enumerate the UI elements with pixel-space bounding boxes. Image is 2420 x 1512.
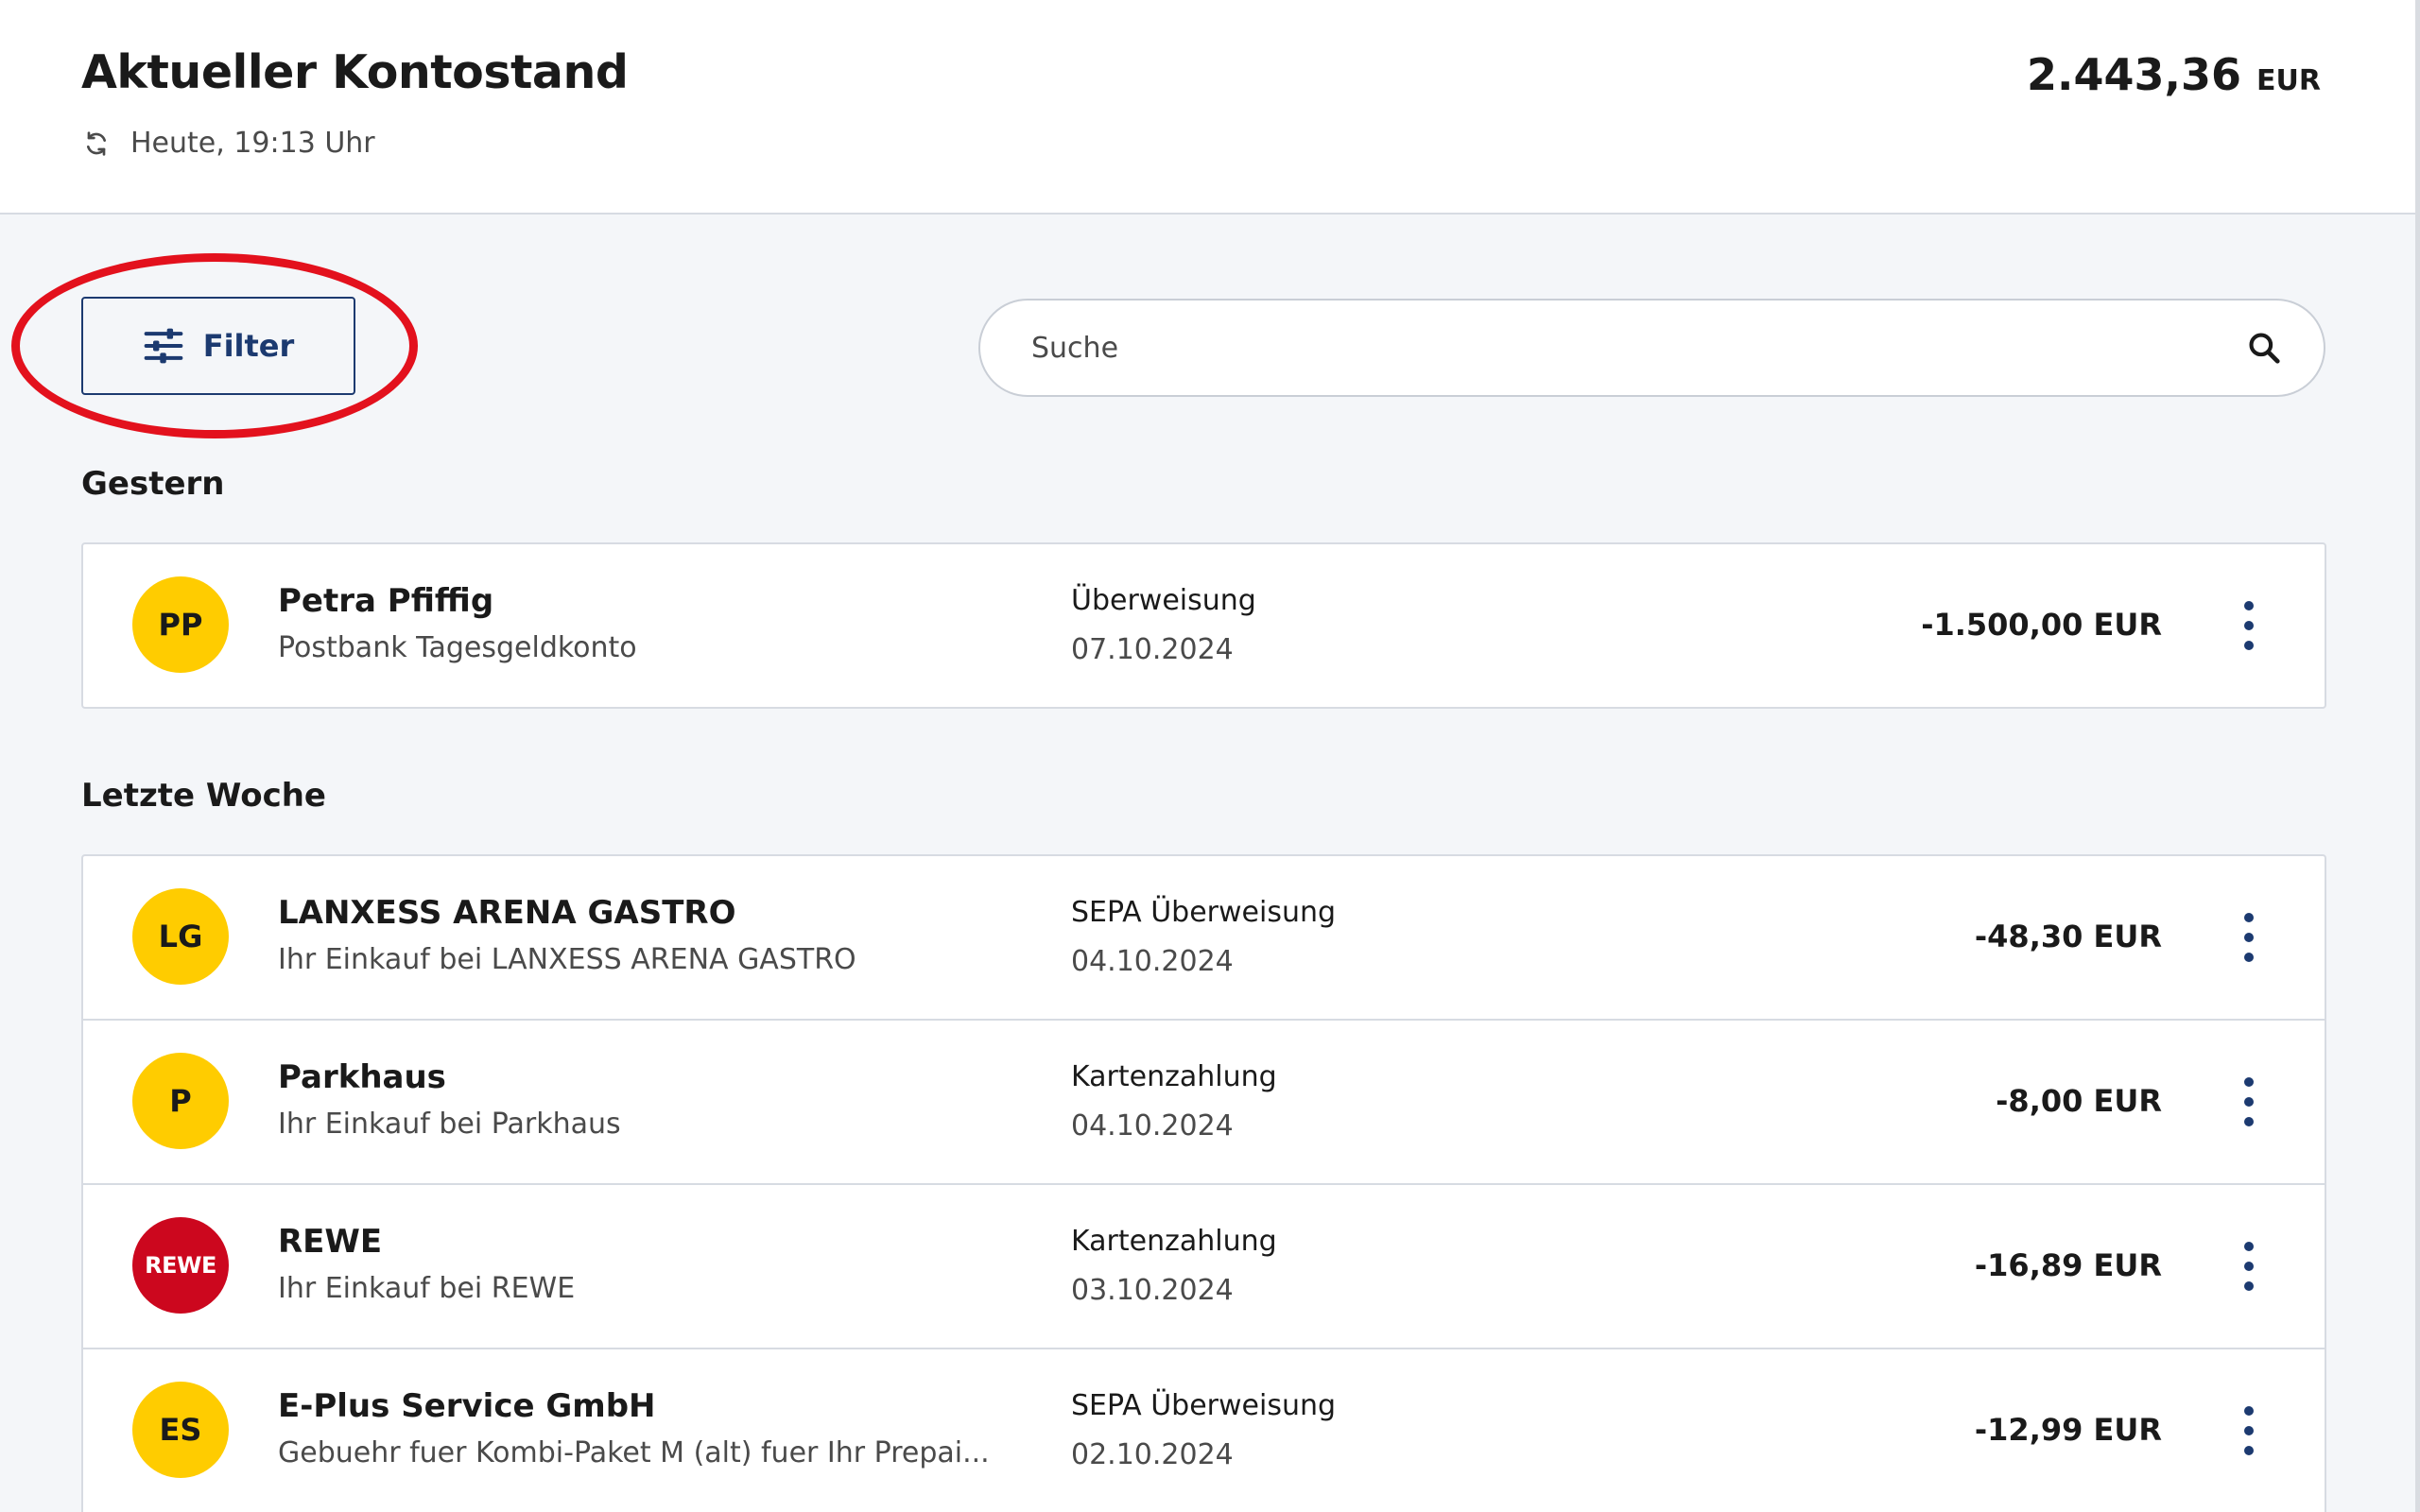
avatar: P bbox=[132, 1053, 229, 1149]
transaction-date: 07.10.2024 bbox=[1071, 633, 1234, 666]
transaction-amount: -8,00 EUR bbox=[1996, 1083, 2162, 1119]
avatar: ES bbox=[132, 1382, 229, 1478]
transaction-amount: -48,30 EUR bbox=[1974, 919, 2162, 954]
transaction-type: Kartenzahlung bbox=[1071, 1060, 1277, 1093]
page: Aktueller Kontostand Heute, 19:13 Uhr 2.… bbox=[0, 0, 2420, 1512]
transaction-row[interactable]: ES E-Plus Service GmbH Gebuehr fuer Komb… bbox=[83, 1349, 2325, 1512]
group-title-yesterday: Gestern bbox=[81, 465, 225, 503]
search-input[interactable] bbox=[1029, 330, 2246, 366]
balance-value: 2.443,36 bbox=[2027, 49, 2242, 100]
transaction-row[interactable]: LG LANXESS ARENA GASTRO Ihr Einkauf bei … bbox=[83, 856, 2325, 1021]
transaction-type: Überweisung bbox=[1071, 584, 1256, 617]
transaction-amount: -12,99 EUR bbox=[1974, 1412, 2162, 1448]
transaction-row[interactable]: PP Petra Pfiffig Postbank Tagesgeldkonto… bbox=[83, 544, 2325, 707]
transaction-name: LANXESS ARENA GASTRO bbox=[278, 894, 736, 932]
transaction-date: 04.10.2024 bbox=[1071, 1109, 1234, 1143]
search-icon[interactable] bbox=[2246, 330, 2282, 366]
sliders-icon bbox=[144, 328, 183, 364]
more-vertical-icon[interactable] bbox=[2232, 1242, 2266, 1291]
filter-button-label: Filter bbox=[202, 328, 295, 364]
transaction-list-yesterday: PP Petra Pfiffig Postbank Tagesgeldkonto… bbox=[81, 542, 2326, 709]
filter-button[interactable]: Filter bbox=[81, 297, 355, 395]
transaction-name: E-Plus Service GmbH bbox=[278, 1387, 656, 1425]
more-vertical-icon[interactable] bbox=[2232, 601, 2266, 650]
transaction-name: Petra Pfiffig bbox=[278, 582, 494, 620]
balance-header: Aktueller Kontostand Heute, 19:13 Uhr 2.… bbox=[0, 0, 2415, 215]
transaction-description: Ihr Einkauf bei LANXESS ARENA GASTRO bbox=[278, 943, 856, 976]
transaction-amount: -1.500,00 EUR bbox=[1921, 607, 2162, 643]
transaction-description: Ihr Einkauf bei Parkhaus bbox=[278, 1108, 621, 1141]
avatar: PP bbox=[132, 576, 229, 673]
transaction-date: 02.10.2024 bbox=[1071, 1438, 1234, 1471]
more-vertical-icon[interactable] bbox=[2232, 1077, 2266, 1126]
avatar: LG bbox=[132, 888, 229, 985]
rewe-logo: REWE bbox=[132, 1217, 229, 1314]
group-title-last-week: Letzte Woche bbox=[81, 777, 326, 815]
transaction-description: Ihr Einkauf bei REWE bbox=[278, 1272, 576, 1305]
transaction-amount: -16,89 EUR bbox=[1974, 1247, 2162, 1283]
more-vertical-icon[interactable] bbox=[2232, 1406, 2266, 1455]
page-title: Aktueller Kontostand bbox=[81, 45, 629, 99]
transaction-name: Parkhaus bbox=[278, 1058, 446, 1096]
search-bar[interactable] bbox=[978, 299, 2325, 397]
transaction-type: SEPA Überweisung bbox=[1071, 896, 1337, 929]
transaction-description: Gebuehr fuer Kombi-Paket M (alt) fuer Ih… bbox=[278, 1436, 990, 1469]
transaction-date: 03.10.2024 bbox=[1071, 1274, 1234, 1307]
window-edge bbox=[2415, 0, 2420, 1512]
last-updated-text: Heute, 19:13 Uhr bbox=[130, 127, 375, 160]
transaction-description: Postbank Tagesgeldkonto bbox=[278, 631, 637, 664]
transaction-type: Kartenzahlung bbox=[1071, 1225, 1277, 1258]
transaction-row[interactable]: P Parkhaus Ihr Einkauf bei Parkhaus Kart… bbox=[83, 1021, 2325, 1185]
transaction-type: SEPA Überweisung bbox=[1071, 1389, 1337, 1422]
more-vertical-icon[interactable] bbox=[2232, 913, 2266, 962]
account-balance: 2.443,36 EUR bbox=[2027, 49, 2321, 100]
transaction-row[interactable]: REWE REWE Ihr Einkauf bei REWE Kartenzah… bbox=[83, 1185, 2325, 1349]
last-updated: Heute, 19:13 Uhr bbox=[81, 127, 375, 160]
transaction-date: 04.10.2024 bbox=[1071, 945, 1234, 978]
balance-currency: EUR bbox=[2256, 64, 2321, 97]
transaction-name: REWE bbox=[278, 1223, 383, 1261]
refresh-icon[interactable] bbox=[81, 129, 112, 159]
transaction-list-last-week: LG LANXESS ARENA GASTRO Ihr Einkauf bei … bbox=[81, 854, 2326, 1512]
